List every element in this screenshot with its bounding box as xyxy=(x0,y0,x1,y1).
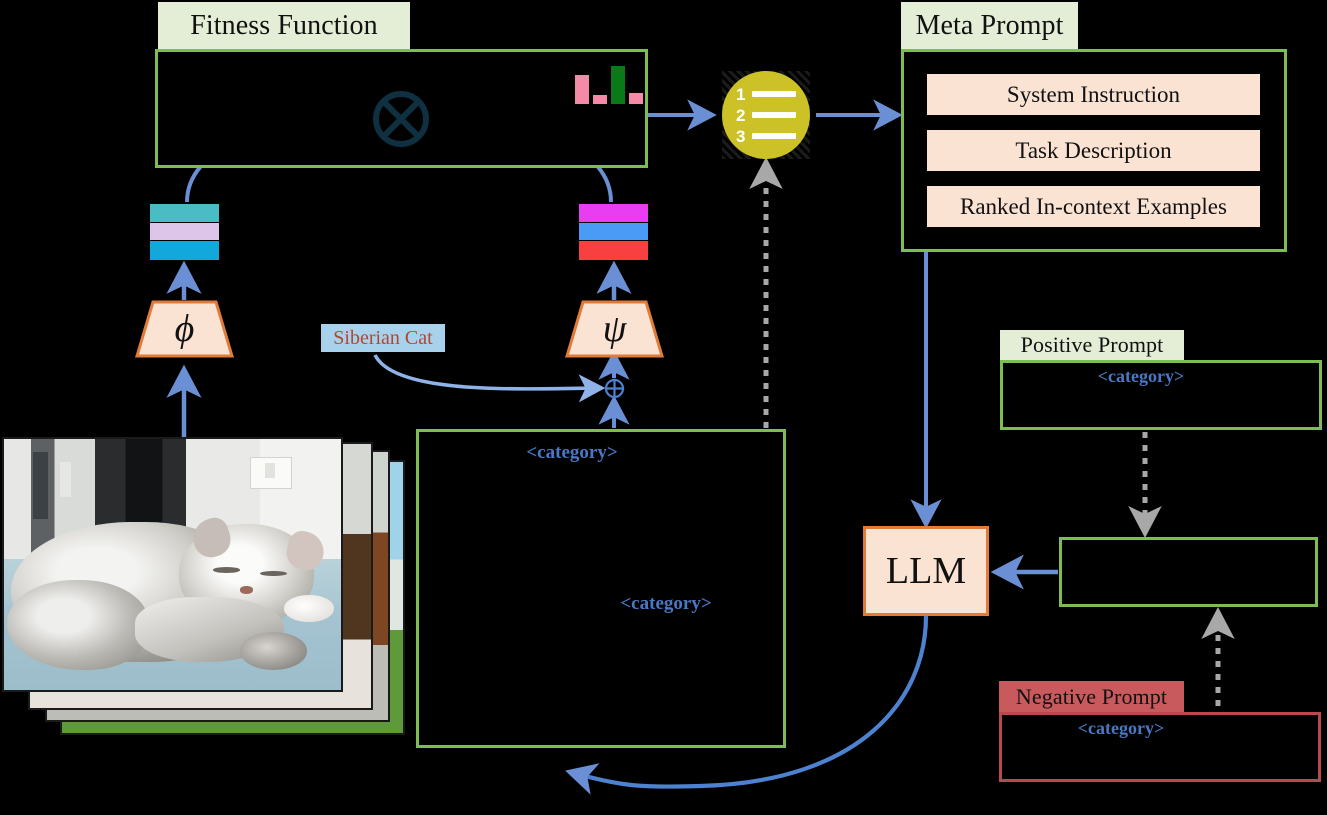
sum-op-icon xyxy=(603,377,626,400)
positive-prompt-label: Positive Prompt xyxy=(1020,332,1164,357)
generated-prompt-panel xyxy=(1059,537,1318,607)
ranked-badge-row: 2 xyxy=(736,107,796,124)
candidate-pool-category-top: <category> xyxy=(526,442,618,463)
meta-item-ranked-examples[interactable]: Ranked In-context Examples xyxy=(927,186,1260,227)
meta-item-system-instruction[interactable]: System Instruction xyxy=(927,74,1260,115)
positive-prompt-header: Positive Prompt xyxy=(1000,330,1184,360)
class-name-tag[interactable]: Siberian Cat xyxy=(321,324,445,352)
photo-front-siberian-cat[interactable] xyxy=(2,437,343,692)
ranked-badge-rows: 1 2 3 xyxy=(736,86,796,145)
meta-item-label: System Instruction xyxy=(1006,81,1181,107)
feature-band-1 xyxy=(150,204,219,223)
meta-item-label: Task Description xyxy=(1015,137,1172,163)
figure-canvas: Fitness Function Meta Prompt System Inst… xyxy=(0,0,1327,815)
ranked-examples-badge[interactable]: 1 2 3 xyxy=(722,71,810,159)
fitness-function-label: Fitness Function xyxy=(190,9,378,41)
ranked-badge-row: 1 xyxy=(736,86,796,103)
rank-bar-icon xyxy=(752,112,796,118)
positive-prompt-category: <category> xyxy=(1097,366,1185,386)
rank-number: 3 xyxy=(736,126,746,146)
feature-band-2 xyxy=(150,222,219,242)
feature-band-1 xyxy=(579,204,648,223)
meta-prompt-label: Meta Prompt xyxy=(915,9,1064,41)
llm-label: LLM xyxy=(885,550,967,592)
meta-item-task-description[interactable]: Task Description xyxy=(927,130,1260,171)
ranked-badge-row: 3 xyxy=(736,128,796,145)
class-name-label: Siberian Cat xyxy=(333,326,433,349)
text-feature-stack xyxy=(578,203,649,261)
bar-4 xyxy=(629,92,643,104)
rank-bar-icon xyxy=(752,91,796,97)
text-encoder-psi[interactable]: ψ xyxy=(564,300,665,358)
bar-2 xyxy=(593,95,607,104)
arrow-tag-to-sum xyxy=(373,354,606,403)
rank-number: 1 xyxy=(736,84,746,104)
llm-node[interactable]: LLM xyxy=(863,526,989,616)
similarity-op-icon xyxy=(371,89,431,149)
bar-1 xyxy=(575,75,589,104)
rank-bar-icon xyxy=(752,133,796,139)
fitness-score-barchart xyxy=(575,64,643,104)
image-encoder-phi[interactable]: ϕ xyxy=(134,300,235,358)
bar-3 xyxy=(611,66,625,104)
negative-prompt-category: <category> xyxy=(1077,718,1165,738)
meta-item-label: Ranked In-context Examples xyxy=(960,193,1227,219)
image-feature-stack xyxy=(149,203,220,261)
feature-band-3 xyxy=(150,241,219,260)
negative-prompt-label: Negative Prompt xyxy=(1015,683,1168,709)
fitness-function-header: Fitness Function xyxy=(158,2,410,49)
candidate-pool-panel xyxy=(416,429,786,748)
negative-prompt-header: Negative Prompt xyxy=(999,681,1184,712)
meta-prompt-header: Meta Prompt xyxy=(901,2,1078,49)
feature-band-2 xyxy=(579,222,648,242)
rank-number: 2 xyxy=(736,105,746,125)
candidate-pool-category-mid: <category> xyxy=(620,593,712,614)
feature-band-3 xyxy=(579,241,648,260)
